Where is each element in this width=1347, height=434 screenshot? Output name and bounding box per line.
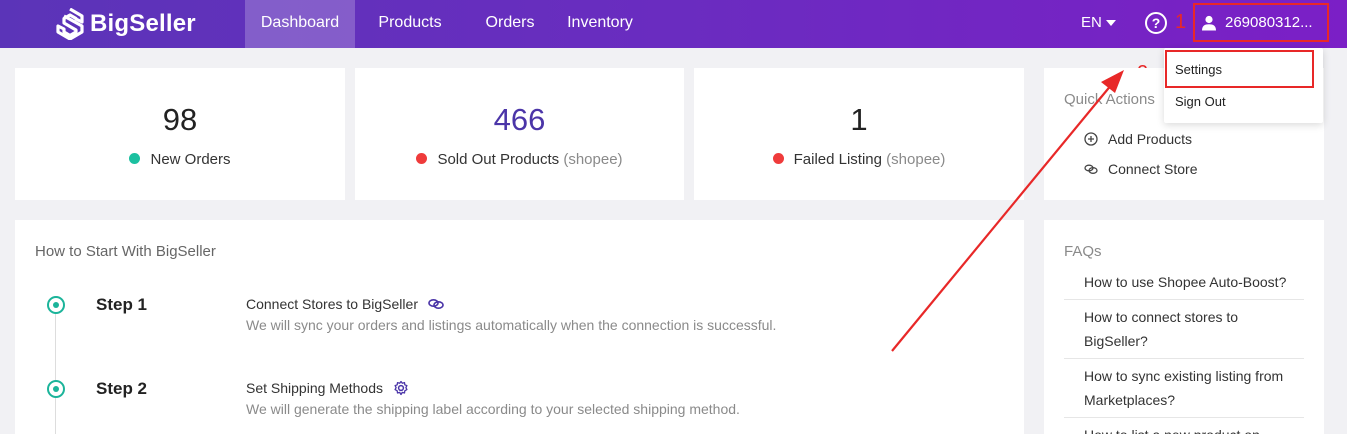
language-selector[interactable]: EN (1081, 0, 1116, 48)
stat-value: 98 (162, 102, 198, 137)
stat-platform: (shopee) (886, 151, 946, 168)
how-to-start-title: How to Start With BigSeller (35, 243, 216, 260)
quick-actions-title: Quick Actions (1064, 91, 1155, 108)
status-dot (772, 153, 784, 164)
link-icon[interactable] (428, 298, 444, 310)
faq-item[interactable]: How to use Shopee Auto-Boost? (1064, 270, 1304, 300)
step-1-description: We will sync your orders and listings au… (246, 317, 777, 333)
help-icon[interactable]: ? (1145, 12, 1167, 34)
step-2-title-text: Set Shipping Methods (246, 380, 383, 396)
top-navigation-bar: BigSeller Dashboard Products Orders Inve… (0, 0, 1347, 48)
menu-item-sign-out[interactable]: Sign Out (1175, 94, 1226, 109)
stat-card-new-orders[interactable]: 98 New Orders (15, 68, 345, 200)
stat-label-text: Failed Listing (793, 151, 882, 168)
language-label: EN (1081, 14, 1102, 31)
bigseller-logo[interactable]: BigSeller (56, 8, 196, 40)
stat-platform: (shopee) (563, 151, 623, 168)
connect-store-label: Connect Store (1108, 161, 1198, 177)
step-2-description: We will generate the shipping label acco… (246, 401, 740, 417)
plus-circle-icon (1084, 132, 1098, 146)
user-icon (1202, 15, 1216, 30)
bigseller-logo-icon (56, 8, 84, 40)
faq-item[interactable]: How to connect stores to BigSeller? (1064, 305, 1304, 359)
nav-orders[interactable]: Orders (476, 0, 544, 48)
settings-highlight-box (1165, 50, 1314, 88)
step-2-title[interactable]: Set Shipping Methods (246, 380, 409, 396)
stat-label-text: Sold Out Products (437, 151, 560, 168)
stat-card-sold-out-products[interactable]: 466 Sold Out Products (shopee) (355, 68, 684, 200)
add-products-label: Add Products (1108, 131, 1193, 147)
annotation-number-1: 1 (1175, 11, 1187, 33)
faqs-title: FAQs (1064, 243, 1102, 260)
stat-value: 1 (850, 102, 868, 137)
stat-label: Failed Listing (shopee) (694, 151, 1024, 168)
user-account-button[interactable]: 269080312... (1193, 3, 1329, 42)
step-2-marker (47, 380, 65, 398)
stat-card-failed-listing[interactable]: 1 Failed Listing (shopee) (694, 68, 1024, 200)
stat-value: 466 (493, 102, 546, 137)
step-1-name: Step 1 (96, 295, 148, 314)
faq-item[interactable]: How to list a new product on (1064, 423, 1304, 434)
connect-store-action[interactable]: Connect Store (1084, 161, 1198, 177)
step-timeline-line (55, 310, 56, 434)
brand-name: BigSeller (90, 10, 196, 37)
stat-label: Sold Out Products (shopee) (355, 151, 684, 168)
step-1-title-text: Connect Stores to BigSeller (246, 296, 418, 312)
user-name: 269080312... (1225, 14, 1313, 31)
gear-icon[interactable] (393, 380, 409, 396)
nav-dashboard[interactable]: Dashboard (245, 0, 355, 48)
status-dot (129, 153, 141, 164)
link-icon (1084, 164, 1098, 174)
nav-products[interactable]: Products (366, 0, 454, 48)
stat-label: New Orders (15, 151, 345, 168)
faq-item[interactable]: How to sync existing listing from Market… (1064, 364, 1304, 418)
status-dot (416, 153, 428, 164)
step-2-name: Step 2 (96, 379, 148, 398)
nav-inventory[interactable]: Inventory (560, 0, 640, 48)
step-1-marker (47, 296, 65, 314)
add-products-action[interactable]: Add Products (1084, 131, 1192, 147)
step-1-title[interactable]: Connect Stores to BigSeller (246, 296, 444, 312)
stat-label-text: New Orders (150, 151, 231, 168)
caret-down-icon (1105, 20, 1116, 27)
